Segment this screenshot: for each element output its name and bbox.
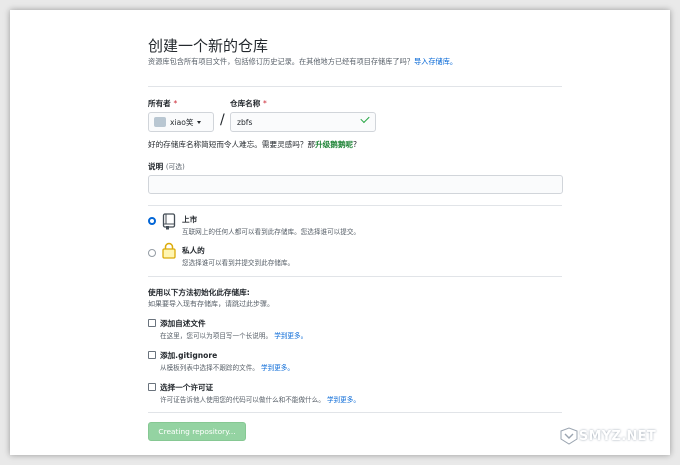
public-desc: 互联网上的任何人都可以看到此存储库。您选择谁可以提交。: [182, 228, 361, 236]
caret-down-icon: [196, 120, 201, 124]
public-title: 上市: [182, 215, 198, 224]
avatar: [154, 117, 166, 127]
license-learn-more-link[interactable]: 学到更多。: [327, 396, 360, 404]
readme-learn-more-link[interactable]: 学到更多。: [274, 332, 307, 340]
license-title: 选择一个许可证: [160, 383, 214, 392]
watermark-text: SMYZ.NET: [578, 428, 656, 444]
repo-name-input[interactable]: zbfs: [230, 112, 376, 132]
divider: [148, 276, 562, 277]
license-desc: 许可证告诉他人使用您的代码可以做什么和不能做什么。 学到更多。: [160, 396, 360, 404]
init-subtitle: 如果要导入现有存储库，请跳过此步骤。: [148, 300, 274, 308]
required-mark: *: [263, 99, 267, 108]
divider: [148, 205, 562, 206]
owner-select[interactable]: xiao笑: [148, 112, 214, 132]
repo-name-hint: 好的存储库名称简短而令人难忘。需要灵感吗？那升级鹅鹅呢?: [148, 140, 358, 149]
lock-icon: [162, 242, 176, 263]
import-repo-link[interactable]: 导入存储库。: [414, 57, 457, 66]
page-title: 创建一个新的仓库: [148, 37, 269, 55]
gitignore-learn-more-link[interactable]: 学到更多。: [261, 364, 294, 372]
repo-name-label: 仓库名称 *: [230, 99, 267, 108]
divider: [148, 412, 562, 413]
gitignore-desc: 从模板列表中选择不跟踪的文件。 学到更多。: [160, 364, 294, 372]
page-subtitle: 资源库包含所有项目文件，包括修订历史记录。在其他地方已经有项目存储库了吗？导入存…: [148, 57, 457, 67]
private-title: 私人的: [182, 246, 205, 255]
optional-tag: (可选): [165, 163, 185, 171]
check-icon: [360, 113, 370, 124]
divider: [148, 86, 562, 87]
description-label: 说明 (可选): [148, 162, 185, 171]
private-radio[interactable]: [148, 249, 156, 257]
page-frame: 创建一个新的仓库 资源库包含所有项目文件，包括修订历史记录。在其他地方已经有项目…: [10, 10, 670, 455]
public-repo-icon: [162, 213, 176, 234]
readme-desc: 在这里，您可以为项目写一个长说明。 学到更多。: [160, 332, 308, 340]
readme-checkbox[interactable]: [148, 319, 156, 327]
create-repository-button[interactable]: Creating repository...: [148, 422, 246, 441]
watermark-logo-icon: [560, 427, 578, 445]
init-title: 使用以下方法初始化此存储库:: [148, 288, 250, 297]
private-desc: 您选择谁可以看到并提交到此存储库。: [182, 259, 295, 267]
license-checkbox[interactable]: [148, 383, 156, 391]
watermark: SMYZ.NET: [559, 427, 656, 445]
readme-title: 添加自述文件: [160, 319, 206, 328]
public-radio[interactable]: [148, 217, 156, 225]
description-input[interactable]: [148, 175, 563, 194]
owner-value: xiao笑: [170, 117, 194, 127]
subtitle-text: 资源库包含所有项目文件，包括修订历史记录。在其他地方已经有项目存储库了吗？: [148, 57, 414, 66]
gitignore-checkbox[interactable]: [148, 351, 156, 359]
required-mark: *: [173, 99, 178, 108]
owner-repo-separator: /: [220, 112, 225, 128]
owner-label: 所有者 *: [148, 99, 178, 108]
repo-name-value: zbfs: [237, 117, 253, 127]
name-suggestion-link[interactable]: 升级鹅鹅呢: [315, 140, 353, 149]
gitignore-title: 添加.gitignore: [160, 351, 218, 360]
